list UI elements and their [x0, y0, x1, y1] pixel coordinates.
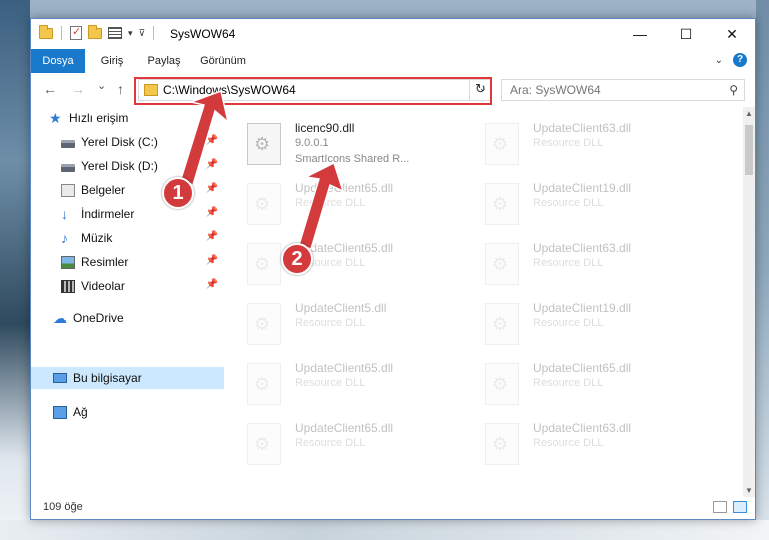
annotation-arrow-2	[298, 161, 345, 250]
annotation-arrow-1	[180, 90, 230, 187]
annotation-badge-1: 1	[162, 177, 194, 209]
explorer-window: ▾ ⊽ SysWOW64 — ☐ ✕ Dosya Giriş Paylaş Gö…	[30, 18, 756, 520]
annotation-arrows	[180, 90, 345, 250]
desktop-wallpaper-left	[0, 0, 30, 540]
annotation-badge-2: 2	[281, 243, 313, 275]
desktop-wallpaper-bottom	[0, 520, 769, 540]
desktop-wallpaper-right	[756, 0, 769, 540]
